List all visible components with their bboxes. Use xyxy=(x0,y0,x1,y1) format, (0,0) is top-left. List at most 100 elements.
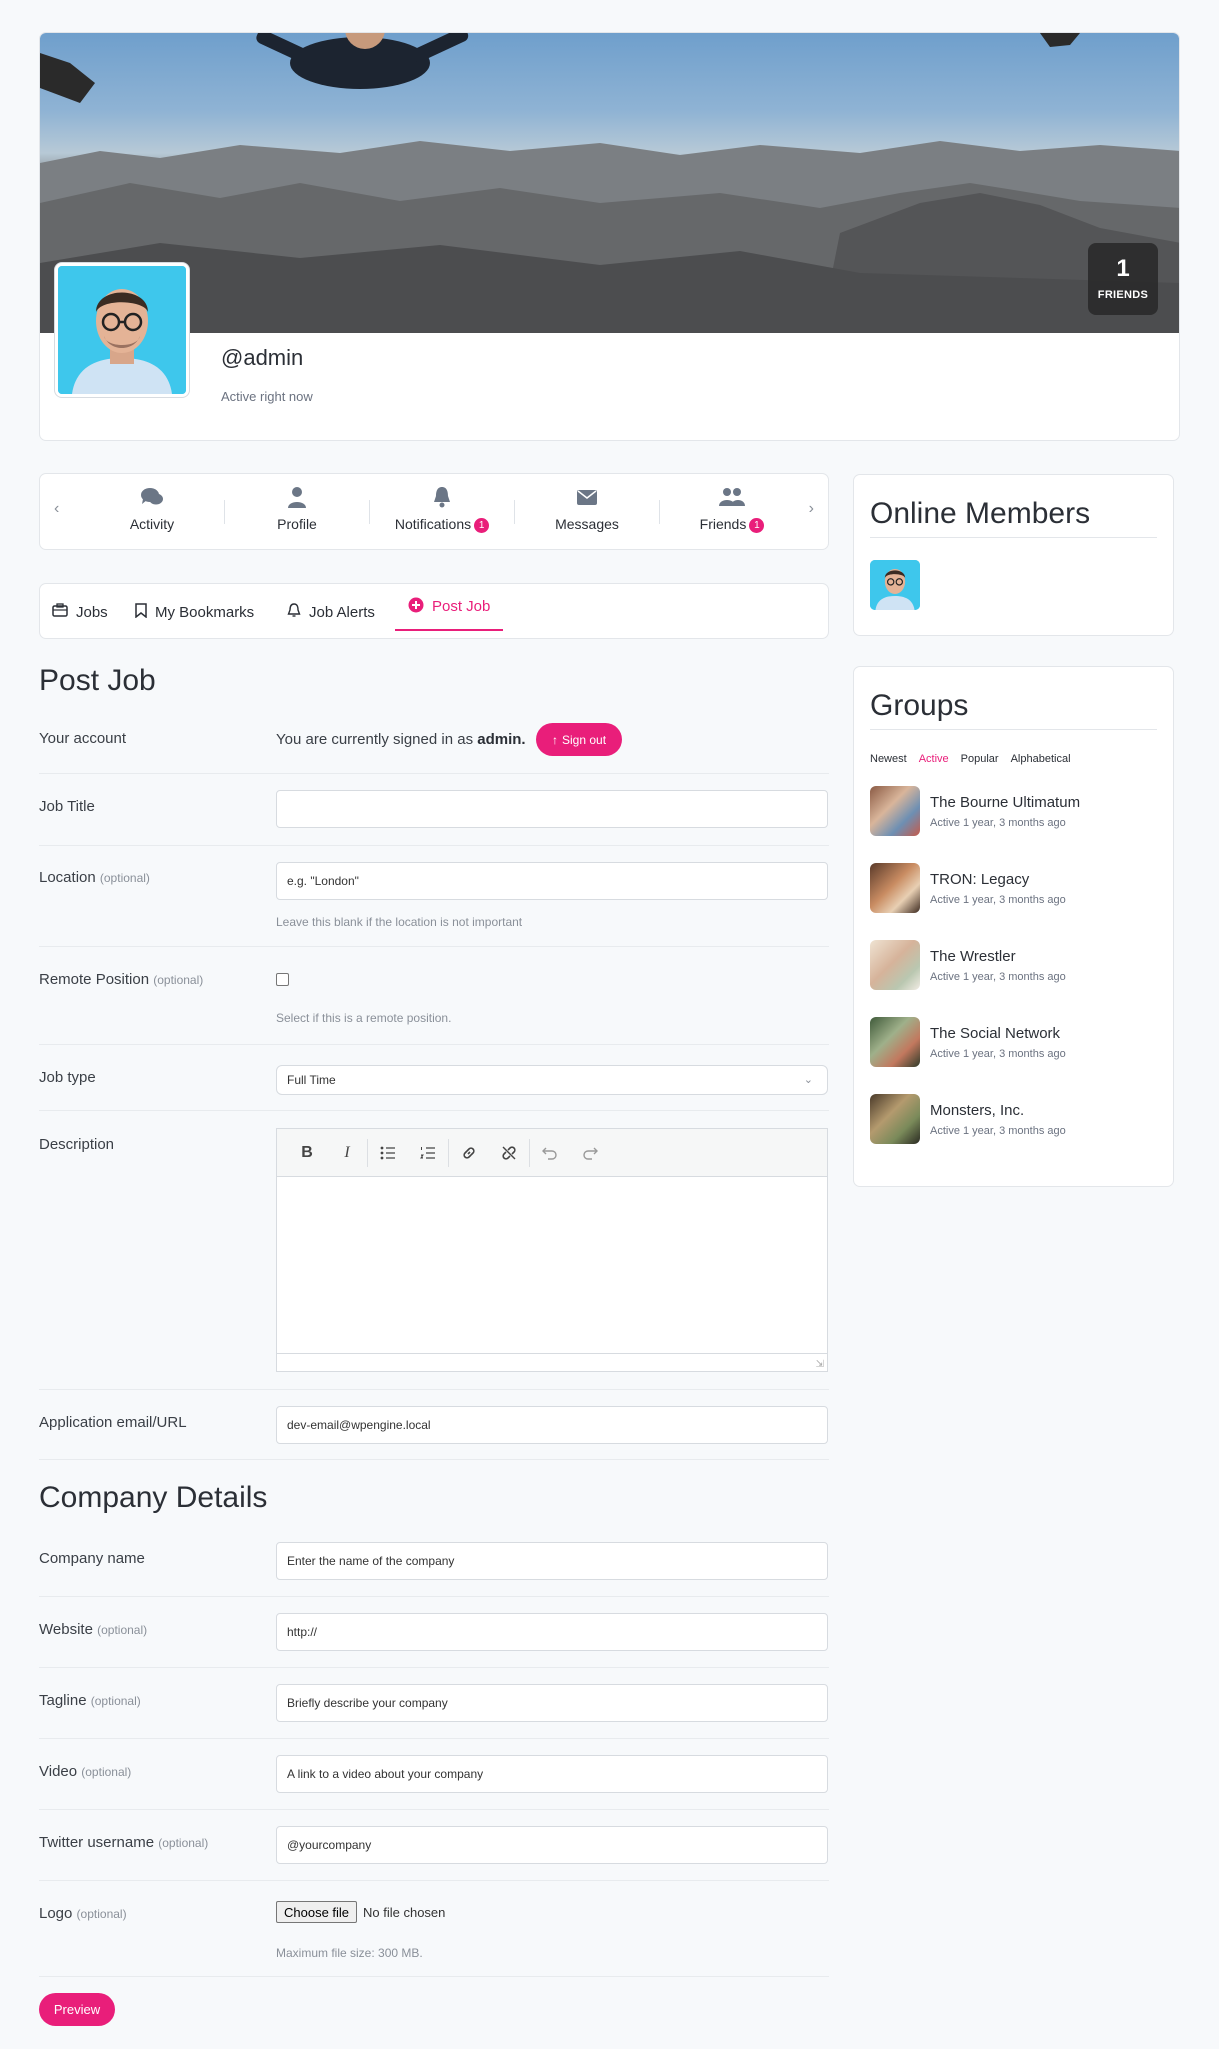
website-input[interactable]: http:// xyxy=(276,1613,828,1651)
tab-job-alerts[interactable]: Job Alerts xyxy=(287,584,375,640)
nav-item-friends[interactable]: Friends 1 xyxy=(672,484,792,533)
company-name-input[interactable]: Enter the name of the company xyxy=(276,1542,828,1580)
remote-label: Remote Position (optional) xyxy=(39,971,203,988)
filter-newest[interactable]: Newest xyxy=(870,753,907,765)
location-label-text: Location xyxy=(39,869,96,886)
group-item[interactable]: The Social Network Active 1 year, 3 mont… xyxy=(870,1017,1160,1069)
video-label: Video (optional) xyxy=(39,1763,131,1780)
tagline-label-text: Tagline xyxy=(39,1692,87,1709)
job-type-value: Full Time xyxy=(287,1073,336,1087)
groups-widget: Groups Newest Active Popular Alphabetica… xyxy=(853,666,1174,1187)
signed-in-text: You are currently signed in as admin. xyxy=(276,731,526,748)
description-textarea[interactable] xyxy=(277,1177,827,1353)
tab-jobs[interactable]: Jobs xyxy=(52,584,108,640)
filter-popular[interactable]: Popular xyxy=(961,753,999,765)
group-name[interactable]: The Social Network xyxy=(930,1025,1060,1042)
tab-post-job-label: Post Job xyxy=(432,598,491,615)
tagline-label: Tagline (optional) xyxy=(39,1692,141,1709)
tagline-placeholder: Briefly describe your company xyxy=(287,1696,448,1710)
company-name-label: Company name xyxy=(39,1550,145,1567)
preview-button[interactable]: Preview xyxy=(39,1993,115,2026)
no-file-text: No file chosen xyxy=(363,1905,446,1920)
group-activity: Active 1 year, 3 months ago xyxy=(930,971,1066,983)
group-name[interactable]: TRON: Legacy xyxy=(930,871,1029,888)
profile-header: 1 FRIENDS @admin Active right now xyxy=(39,32,1180,441)
twitter-placeholder: @yourcompany xyxy=(287,1838,372,1852)
job-type-select[interactable]: Full Time ⌄ xyxy=(276,1065,828,1095)
sign-out-button[interactable]: ↑ Sign out xyxy=(536,723,623,756)
optional-tag: (optional) xyxy=(99,871,150,885)
undo-icon[interactable] xyxy=(530,1129,570,1177)
optional-tag: (optional) xyxy=(97,1623,148,1637)
account-label: Your account xyxy=(39,730,127,747)
group-activity: Active 1 year, 3 months ago xyxy=(930,1048,1066,1060)
profile-handle: @admin xyxy=(221,345,304,370)
video-input[interactable]: A link to a video about your company xyxy=(276,1755,828,1793)
nav-item-profile[interactable]: Profile xyxy=(237,484,357,532)
job-type-label: Job type xyxy=(39,1069,96,1086)
group-name[interactable]: Monsters, Inc. xyxy=(930,1102,1024,1119)
max-size-hint: Maximum file size: 300 MB. xyxy=(276,1946,423,1960)
video-placeholder: A link to a video about your company xyxy=(287,1767,484,1781)
comments-icon xyxy=(92,484,212,510)
filter-active[interactable]: Active xyxy=(919,753,949,765)
signed-in-user: admin. xyxy=(477,731,526,748)
nav-item-notifications[interactable]: Notifications 1 xyxy=(382,484,502,533)
friends-count-box[interactable]: 1 FRIENDS xyxy=(1088,243,1158,315)
website-placeholder: http:// xyxy=(287,1625,318,1639)
choose-file-button[interactable]: Choose file xyxy=(276,1901,358,1923)
twitter-label-text: Twitter username xyxy=(39,1834,155,1851)
bookmark-icon xyxy=(135,602,147,622)
job-title-input[interactable] xyxy=(276,790,828,828)
group-item[interactable]: Monsters, Inc. Active 1 year, 3 months a… xyxy=(870,1094,1160,1146)
resize-handle-icon[interactable]: ⇲ xyxy=(816,1359,824,1370)
remote-checkbox[interactable] xyxy=(276,973,289,986)
group-avatar[interactable] xyxy=(870,786,920,836)
location-hint: Leave this blank if the location is not … xyxy=(276,915,523,929)
description-editor: B I ⇲ xyxy=(276,1128,828,1372)
filter-alphabetical[interactable]: Alphabetical xyxy=(1011,753,1071,765)
group-activity: Active 1 year, 3 months ago xyxy=(930,817,1066,829)
bold-icon[interactable]: B xyxy=(287,1129,327,1177)
tagline-input[interactable]: Briefly describe your company xyxy=(276,1684,828,1722)
application-input[interactable]: dev-email@wpengine.local xyxy=(276,1406,828,1444)
online-member-avatar[interactable] xyxy=(870,560,920,610)
unlink-icon[interactable] xyxy=(489,1129,529,1177)
signed-in-prefix: You are currently signed in as xyxy=(276,731,474,748)
nav-next-icon[interactable]: › xyxy=(809,500,814,518)
group-name[interactable]: The Wrestler xyxy=(930,948,1016,965)
bullet-list-icon[interactable] xyxy=(368,1129,408,1177)
link-icon[interactable] xyxy=(449,1129,489,1177)
group-activity: Active 1 year, 3 months ago xyxy=(930,1125,1066,1137)
nav-label-profile: Profile xyxy=(277,516,317,532)
group-avatar[interactable] xyxy=(870,1094,920,1144)
tab-post-job[interactable]: Post Job xyxy=(395,584,504,631)
nav-prev-icon[interactable]: ‹ xyxy=(54,500,59,518)
group-avatar[interactable] xyxy=(870,940,920,990)
redo-icon[interactable] xyxy=(570,1129,610,1177)
avatar[interactable] xyxy=(55,263,189,397)
group-item[interactable]: The Wrestler Active 1 year, 3 months ago xyxy=(870,940,1160,992)
group-item[interactable]: TRON: Legacy Active 1 year, 3 months ago xyxy=(870,863,1160,915)
online-members-widget: Online Members xyxy=(853,474,1174,636)
twitter-input[interactable]: @yourcompany xyxy=(276,1826,828,1864)
numbered-list-icon[interactable] xyxy=(408,1129,448,1177)
group-avatar[interactable] xyxy=(870,1017,920,1067)
group-name[interactable]: The Bourne Ultimatum xyxy=(930,794,1080,811)
remote-label-text: Remote Position xyxy=(39,971,150,988)
application-value: dev-email@wpengine.local xyxy=(287,1418,431,1432)
italic-icon[interactable]: I xyxy=(327,1129,367,1177)
company-name-placeholder: Enter the name of the company xyxy=(287,1554,455,1568)
groups-title: Groups xyxy=(870,689,1157,730)
group-avatar[interactable] xyxy=(870,863,920,913)
website-label-text: Website xyxy=(39,1621,93,1638)
nav-item-activity[interactable]: Activity xyxy=(92,484,212,532)
sign-out-label: Sign out xyxy=(562,732,607,747)
bell-icon xyxy=(382,484,502,510)
group-item[interactable]: The Bourne Ultimatum Active 1 year, 3 mo… xyxy=(870,786,1160,838)
groups-filter: Newest Active Popular Alphabetical xyxy=(870,753,1071,765)
location-input[interactable]: e.g. "London" xyxy=(276,862,828,900)
nav-item-messages[interactable]: Messages xyxy=(527,484,647,532)
friends-badge: 1 xyxy=(749,517,765,533)
tab-my-bookmarks[interactable]: My Bookmarks xyxy=(135,584,254,640)
